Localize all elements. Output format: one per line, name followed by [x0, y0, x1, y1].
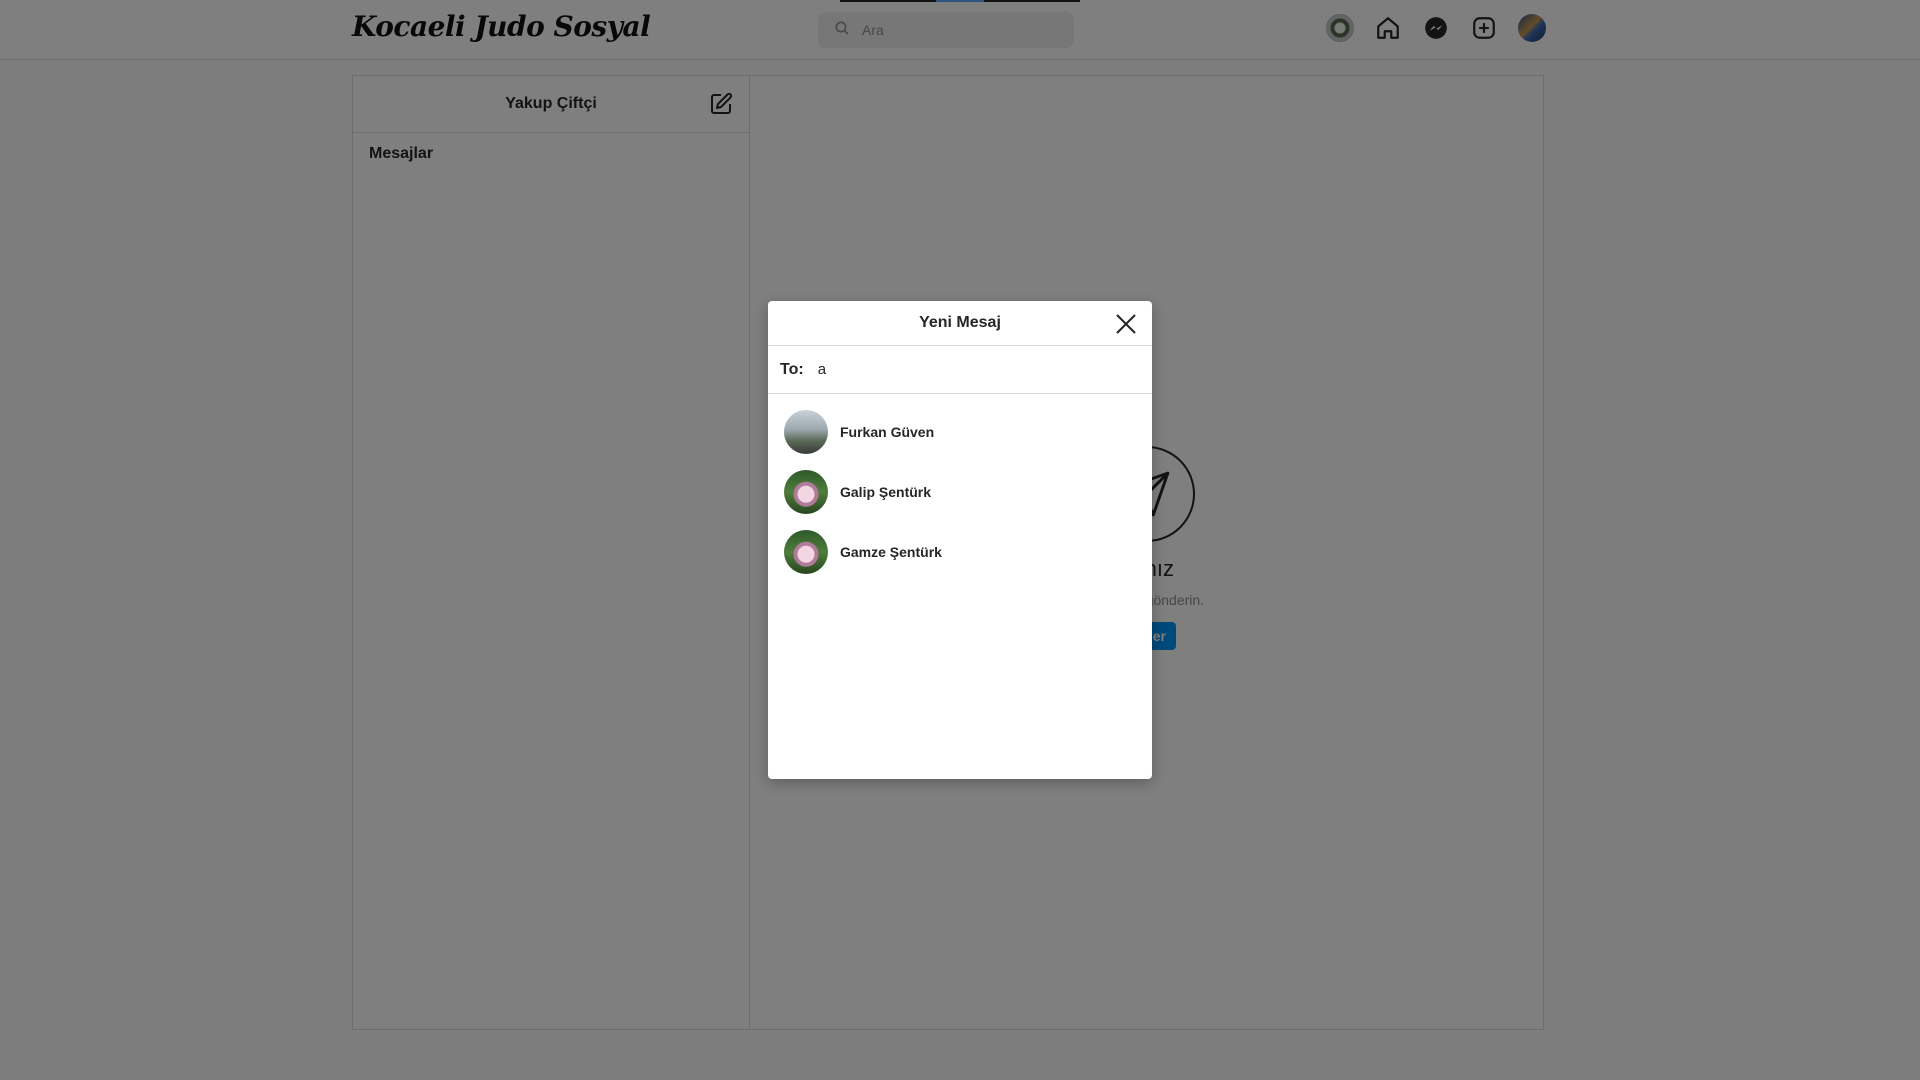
recipient-name: Furkan Güven — [840, 424, 935, 440]
recipient-search-input[interactable] — [815, 360, 1120, 379]
to-label: To: — [780, 360, 804, 378]
recipient-result-item[interactable]: Furkan Güven — [768, 402, 1152, 462]
recipient-name: Gamze Şentürk — [840, 544, 942, 560]
recipient-name: Galip Şentürk — [840, 484, 932, 500]
avatar — [784, 470, 828, 514]
recipient-result-item[interactable]: Galip Şentürk — [768, 462, 1152, 522]
new-message-dialog: Yeni Mesaj To: Furkan Güven Galip Şentür… — [768, 301, 1152, 779]
dialog-header: Yeni Mesaj — [768, 301, 1152, 346]
recipient-results: Furkan Güven Galip Şentürk Gamze Şentürk — [768, 394, 1152, 582]
avatar — [784, 410, 828, 454]
avatar — [784, 530, 828, 574]
recipient-result-item[interactable]: Gamze Şentürk — [768, 522, 1152, 582]
recipient-row: To: — [768, 346, 1152, 394]
dialog-title: Yeni Mesaj — [919, 314, 1001, 331]
close-icon[interactable] — [1114, 312, 1138, 336]
